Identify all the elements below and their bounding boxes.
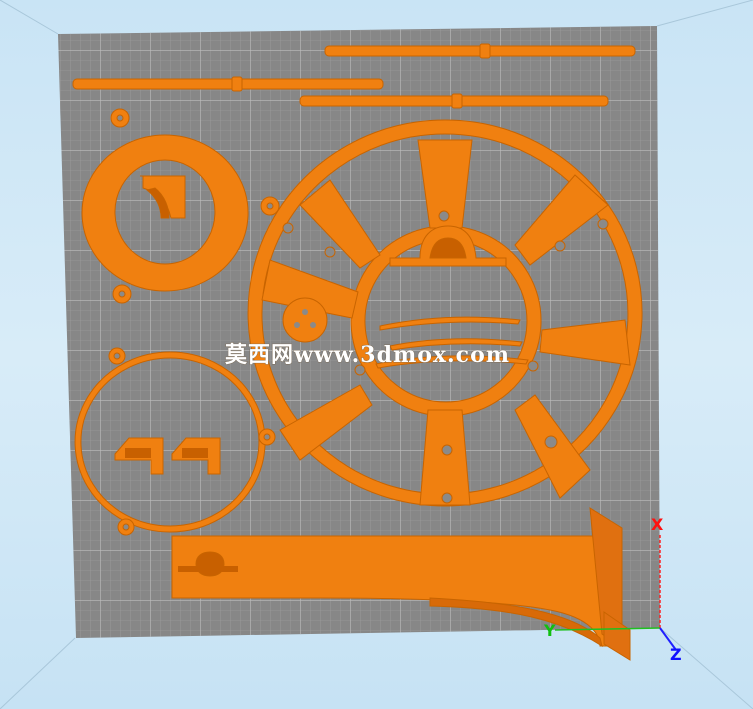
x-axis-label: X <box>651 515 664 534</box>
rod-top-right[interactable] <box>324 43 636 59</box>
3d-viewport[interactable]: 莫西网www.3dmox.com X Y Z <box>0 0 753 709</box>
rod-middle[interactable] <box>299 93 609 109</box>
y-axis-label: Y <box>543 621 556 640</box>
rod-top-left[interactable] <box>72 76 384 92</box>
z-axis-label: Z <box>670 645 682 664</box>
watermark-text: 莫西网www.3dmox.com <box>225 342 510 368</box>
